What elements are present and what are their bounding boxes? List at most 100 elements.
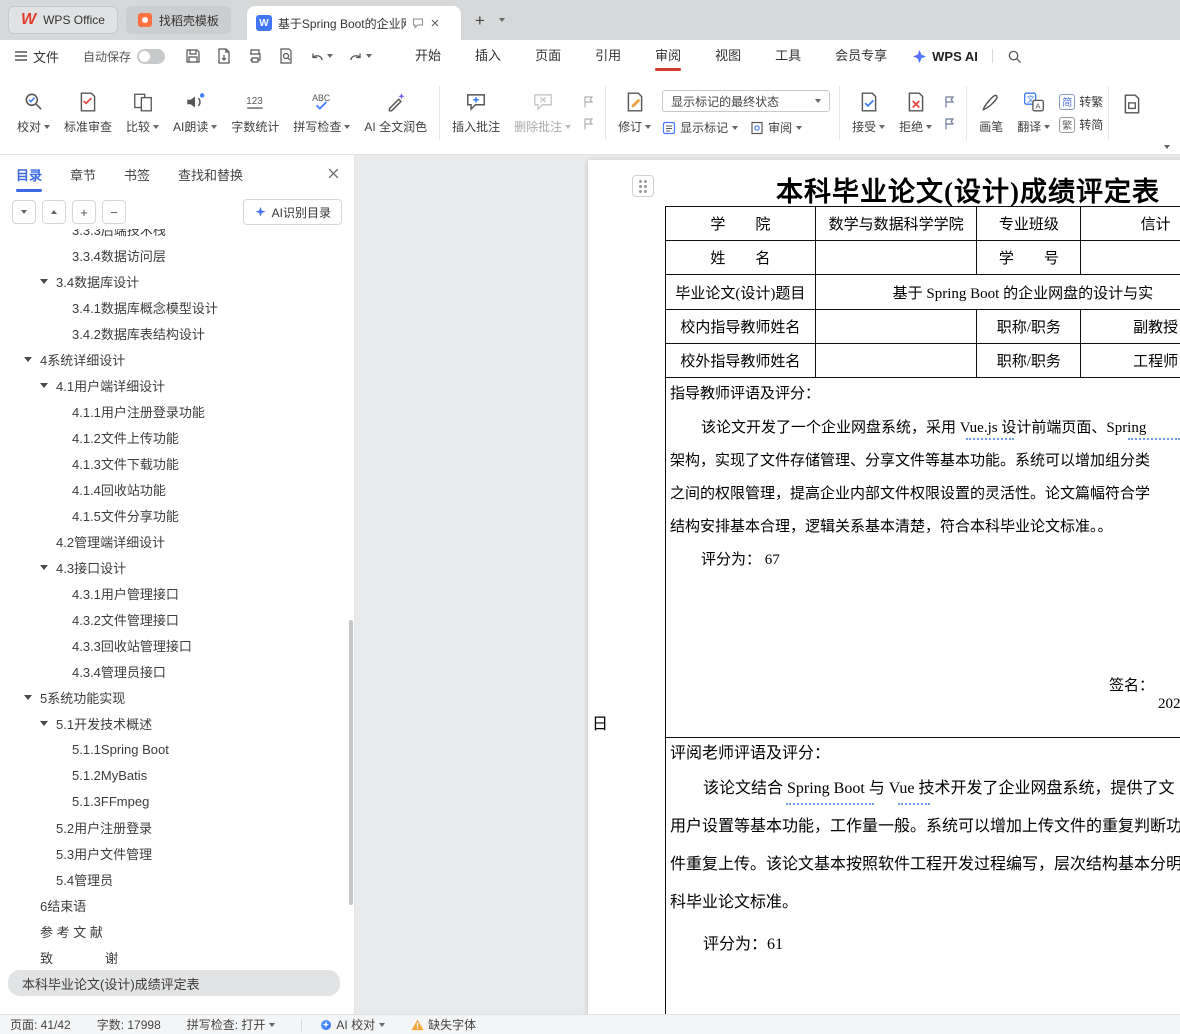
markup-state-combobox[interactable]: 显示标记的最终状态 <box>662 90 831 112</box>
toc-expand-triangle[interactable] <box>24 357 40 362</box>
document-tab[interactable]: W 基于Spring Boot的企业网盘 <box>246 6 461 40</box>
reviewer-comment-cell[interactable]: 评阅老师评语及评分： 该论文结合 Spring Boot 与 Vue 技术开发了… <box>666 738 1180 1014</box>
toc-item[interactable]: 3.4.2数据库表结构设计 <box>0 320 346 346</box>
toc-item[interactable]: 3.4数据库设计 <box>0 268 346 294</box>
toc-item[interactable]: 4.1.1用户注册登录功能 <box>0 398 346 424</box>
redo-caret[interactable] <box>366 54 373 58</box>
translate-button[interactable]: 文A 翻译 <box>1010 89 1057 137</box>
menu-item[interactable]: 视图 <box>698 40 758 72</box>
previous-revision-icon[interactable] <box>943 95 957 109</box>
menu-item[interactable]: 开始 <box>398 40 458 72</box>
new-tab-button[interactable]: + <box>475 12 485 29</box>
expand-all-button[interactable] <box>12 200 36 224</box>
toc-expand-triangle[interactable] <box>40 565 56 570</box>
toc-item[interactable]: 4.1.4回收站功能 <box>0 476 346 502</box>
menu-item[interactable]: 会员专享 <box>818 40 904 72</box>
table-cell-value[interactable]: 工程师 <box>1081 344 1180 378</box>
table-cell-value[interactable] <box>815 344 978 378</box>
next-revision-icon[interactable] <box>943 117 957 131</box>
toc-item[interactable]: 参 考 文 献 <box>0 918 346 944</box>
undo-caret[interactable] <box>327 54 334 58</box>
table-cell-label[interactable]: 校外指导教师姓名 <box>666 344 816 378</box>
delete-comment-button[interactable]: 删除批注 <box>507 89 578 137</box>
spell-check-button[interactable]: ABC 拼写检查 <box>286 89 357 137</box>
toc-item[interactable]: 5.1.2MyBatis <box>0 762 346 788</box>
table-cell-value[interactable]: 信计 <box>1081 207 1180 241</box>
table-cell-label[interactable]: 专业班级 <box>977 207 1082 241</box>
close-tab-icon[interactable] <box>430 18 440 28</box>
table-cell-value[interactable]: 数学与数据科学学院 <box>815 207 978 241</box>
table-cell-label[interactable]: 职称/职务 <box>977 310 1082 344</box>
to-simplified-button[interactable]: 繁 转简 <box>1059 116 1103 133</box>
toc-item[interactable]: 4系统详细设计 <box>0 346 346 372</box>
menu-item[interactable]: 审阅 <box>638 40 698 72</box>
zoom-out-outline-button[interactable]: − <box>102 200 126 224</box>
sidebar-tab[interactable]: 目录 <box>16 165 42 186</box>
toc-item[interactable]: 5.2用户注册登录 <box>0 814 346 840</box>
proofread-button[interactable]: 校对 <box>10 89 57 137</box>
toc-item[interactable]: 5.4管理员 <box>0 866 346 892</box>
table-cell-label[interactable]: 毕业论文(设计)题目 <box>666 275 816 310</box>
reject-button[interactable]: 拒绝 <box>892 89 939 137</box>
autosave-toggle[interactable] <box>137 48 166 64</box>
toc-item[interactable]: 4.3.2文件管理接口 <box>0 606 346 632</box>
toc-item[interactable]: 4.1.5文件分享功能 <box>0 502 346 528</box>
document-page[interactable]: 本科毕业论文(设计)成绩评定表 学 院 数学与数据科学学院 专业班级 信计 姓 … <box>588 160 1180 1014</box>
home-tab[interactable]: W WPS Office <box>8 6 118 34</box>
file-menu[interactable]: 文件 <box>14 47 59 66</box>
toc-item[interactable]: 4.3接口设计 <box>0 554 346 580</box>
table-cell-value[interactable]: 基于 Spring Boot 的企业网盘的设计与实 <box>815 275 1180 310</box>
toc-item[interactable]: 5.1开发技术概述 <box>0 710 346 736</box>
spellcheck-status[interactable]: 拼写检查: 打开 <box>187 1016 276 1033</box>
table-cell-value[interactable] <box>815 241 978 275</box>
sidebar-tab[interactable]: 章节 <box>70 165 96 186</box>
menu-item[interactable]: 页面 <box>518 40 578 72</box>
toc-item[interactable]: 5系统功能实现 <box>0 684 346 710</box>
toc-item[interactable]: 4.1.2文件上传功能 <box>0 424 346 450</box>
toc-expand-triangle[interactable] <box>40 383 56 388</box>
toc-item[interactable]: 4.1用户端详细设计 <box>0 372 346 398</box>
track-changes-button[interactable]: 修订 <box>611 89 658 137</box>
table-cell-label[interactable]: 学 院 <box>666 207 816 241</box>
menu-item[interactable]: 引用 <box>578 40 638 72</box>
undo-button[interactable] <box>309 48 334 64</box>
toc-item[interactable]: 本科毕业论文(设计)成绩评定表 <box>8 970 340 996</box>
ink-brush-button[interactable]: 画笔 <box>972 89 1010 137</box>
toc-item[interactable]: 4.2管理端详细设计 <box>0 528 346 554</box>
accept-button[interactable]: 接受 <box>845 89 892 137</box>
table-cell-value[interactable]: 副教授 <box>1081 310 1180 344</box>
table-cell-value[interactable] <box>1081 241 1180 275</box>
toc-item[interactable]: 4.3.4管理员接口 <box>0 658 346 684</box>
print-button[interactable] <box>247 48 263 64</box>
page-indicator[interactable]: 页面: 41/42 <box>10 1016 71 1033</box>
document-canvas[interactable]: 本科毕业论文(设计)成绩评定表 学 院 数学与数据科学学院 专业班级 信计 姓 … <box>355 155 1180 1014</box>
sidebar-tab[interactable]: 书签 <box>124 165 150 186</box>
sidebar-tab[interactable]: 查找和替换 <box>178 165 243 186</box>
toc-item[interactable]: 3.4.1数据库概念模型设计 <box>0 294 346 320</box>
show-markup-button[interactable]: 显示标记 <box>662 119 739 136</box>
table-cell-label[interactable]: 学 号 <box>977 241 1082 275</box>
toc-item[interactable]: 4.1.3文件下载功能 <box>0 450 346 476</box>
collapse-all-button[interactable] <box>42 200 66 224</box>
ai-polish-button[interactable]: AI 全文润色 <box>357 89 434 137</box>
review-pane-button[interactable]: 审阅 <box>750 119 803 136</box>
tab-list-caret[interactable] <box>498 18 505 22</box>
toc-item[interactable]: 3.3.3后端技术栈 <box>0 229 346 242</box>
toc-item[interactable]: 3.3.4数据访问层 <box>0 242 346 268</box>
save-button[interactable] <box>185 48 201 64</box>
toc-item[interactable]: 5.1.1Spring Boot <box>0 736 346 762</box>
clipped-ribbon-button[interactable] <box>1114 91 1150 136</box>
table-cell-label[interactable]: 职称/职务 <box>977 344 1082 378</box>
menu-item[interactable]: 插入 <box>458 40 518 72</box>
to-traditional-button[interactable]: 简 转繁 <box>1059 93 1103 110</box>
search-icon[interactable] <box>1007 49 1022 64</box>
sidebar-scrollbar-thumb[interactable] <box>349 620 353 905</box>
zoom-in-outline-button[interactable]: + <box>72 200 96 224</box>
sidebar-close-icon[interactable] <box>327 167 340 180</box>
ribbon-collapse-caret[interactable] <box>1164 145 1170 149</box>
export-pdf-button[interactable] <box>216 48 232 64</box>
previous-comment-icon[interactable] <box>582 95 596 109</box>
table-cell-label[interactable]: 校内指导教师姓名 <box>666 310 816 344</box>
ai-proofread-status[interactable]: AI 校对 <box>320 1016 386 1033</box>
insert-comment-button[interactable]: 插入批注 <box>445 89 507 137</box>
